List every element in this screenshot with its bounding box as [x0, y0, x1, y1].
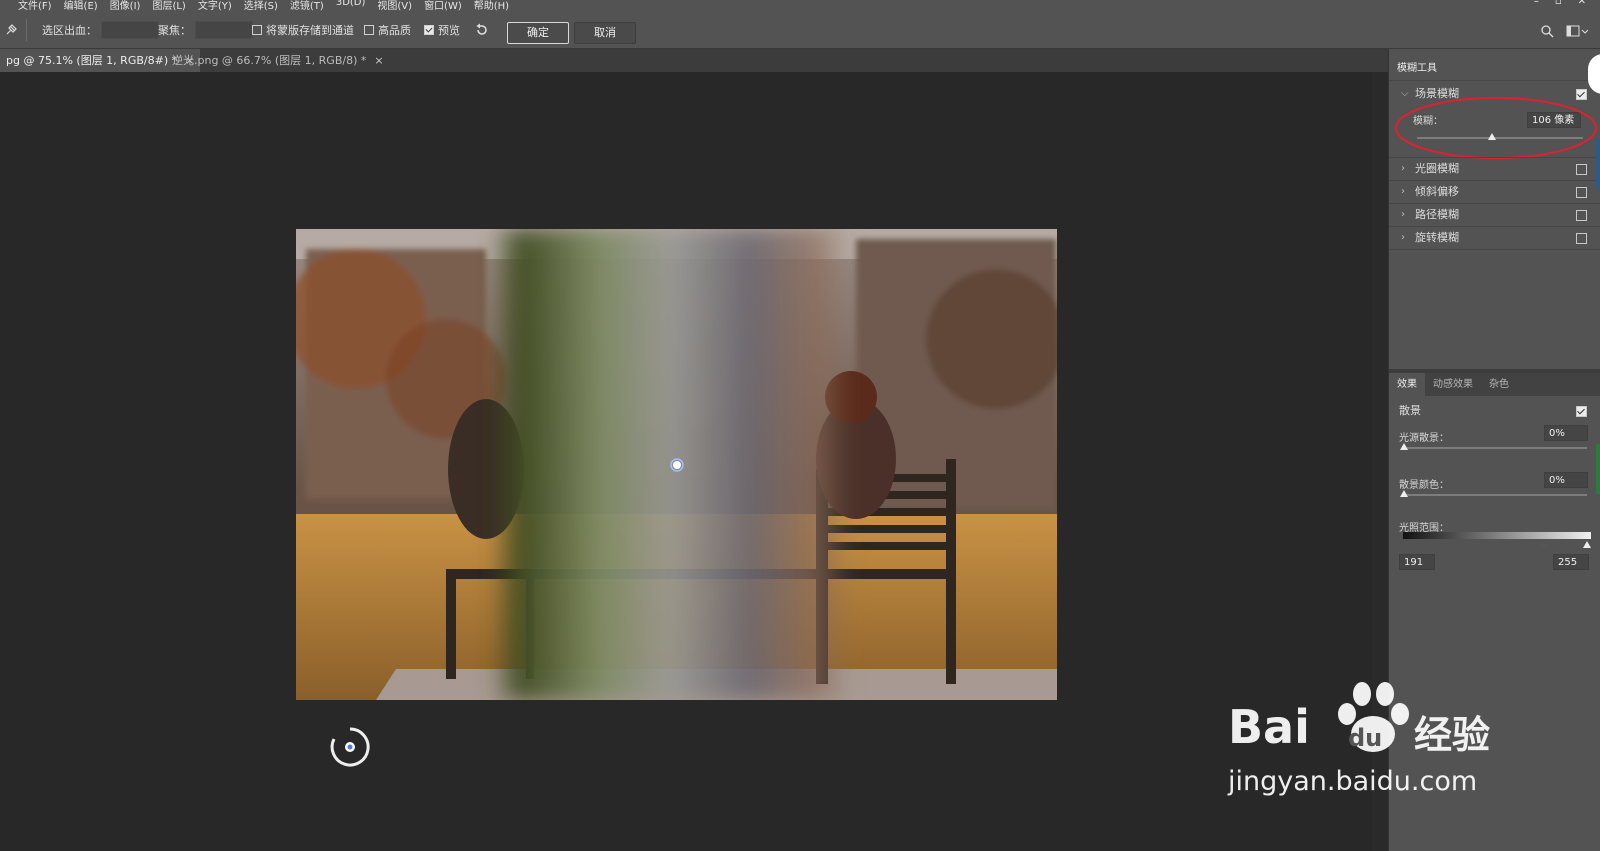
tab-noise[interactable]: 杂色: [1481, 373, 1517, 396]
cancel-button[interactable]: 取消: [574, 22, 636, 44]
bokeh-color-field[interactable]: 0%: [1544, 472, 1588, 488]
bokeh-color-label: 散景颜色：: [1399, 480, 1449, 491]
menu-item-7[interactable]: 3D(D): [336, 0, 366, 12]
menu-item-0[interactable]: 文件(F): [18, 0, 52, 12]
watermark-brand-tail: du: [1348, 724, 1383, 752]
preview-check[interactable]: [424, 25, 434, 35]
chevron-right-icon[interactable]: ›: [1401, 157, 1405, 180]
spin-blur-row[interactable]: › 旋转模糊: [1389, 226, 1600, 249]
save-mask-label: 将蒙版存储到通道: [266, 24, 354, 37]
minimize-icon[interactable]: –: [1534, 0, 1539, 7]
search-icon[interactable]: [1540, 24, 1554, 41]
selection-bleed-label: 选区出血：: [42, 24, 97, 37]
bokeh-row: 散景: [1389, 399, 1600, 422]
menu-item-6[interactable]: 滤镜(T): [290, 0, 324, 12]
chevron-right-icon[interactable]: ›: [1401, 180, 1405, 203]
tilt-shift-checkbox[interactable]: [1576, 187, 1587, 198]
bokeh-color-slider-thumb[interactable]: [1400, 490, 1408, 497]
bokeh-label: 散景: [1399, 404, 1421, 417]
document-tabs: pg @ 75.1% (图层 1, RGB/8#) * × 逆光.png @ 66…: [0, 49, 1388, 72]
restore-icon[interactable]: ▫: [1555, 0, 1562, 7]
light-range-max-field[interactable]: 255: [1553, 554, 1589, 570]
selection-bleed-field[interactable]: [101, 21, 159, 39]
tab-blur-tools[interactable]: 模糊工具: [1389, 57, 1445, 80]
light-bokeh-field[interactable]: 0%: [1544, 425, 1588, 441]
bokeh-color-slider-track[interactable]: [1403, 494, 1587, 496]
path-blur-label: 路径模糊: [1415, 208, 1459, 221]
light-bokeh-slider-thumb[interactable]: [1400, 443, 1408, 450]
menu-items: 文件(F) 编辑(E) 图像(I) 图层(L) 文字(Y) 选择(S) 滤镜(T) 3D(D)…: [18, 0, 509, 12]
menu-item-8[interactable]: 视图(V): [377, 0, 412, 12]
light-bokeh-label: 光源散景：: [1399, 433, 1449, 444]
bokeh-checkbox[interactable]: [1576, 406, 1587, 417]
preview-label: 预览: [438, 24, 460, 37]
spin-blur-label: 旋转模糊: [1415, 231, 1459, 244]
light-range-high-thumb[interactable]: [1583, 541, 1591, 548]
high-quality-checkbox[interactable]: 高品质: [364, 12, 411, 48]
path-blur-checkbox[interactable]: [1576, 210, 1587, 221]
panel-scrollbar-top[interactable]: [1596, 139, 1600, 189]
path-blur-row[interactable]: › 路径模糊: [1389, 203, 1600, 226]
tab-document-1-label: pg @ 75.1% (图层 1, RGB/8#) *: [6, 54, 178, 67]
panel-scrollbar-bottom[interactable]: [1596, 444, 1600, 494]
divider: [26, 19, 27, 41]
tilt-shift-label: 倾斜偏移: [1415, 185, 1459, 198]
tab-document-2[interactable]: 逆光.png @ 66.7% (图层 1, RGB/8) * ×: [166, 49, 390, 72]
blur-pin-control[interactable]: [328, 725, 372, 772]
reset-icon[interactable]: [474, 12, 490, 48]
menu-item-3[interactable]: 图层(L): [152, 0, 185, 12]
blurred-photo[interactable]: [296, 229, 1057, 700]
menu-item-2[interactable]: 图像(I): [110, 0, 141, 12]
close-tab-icon[interactable]: ×: [374, 54, 383, 67]
light-range-gradient[interactable]: [1403, 532, 1591, 539]
preview-checkbox[interactable]: 预览: [424, 12, 460, 48]
high-quality-label: 高品质: [378, 24, 411, 37]
baidu-watermark-logo: Bai du 经验 jingyan.baidu.com: [1228, 680, 1528, 800]
iris-blur-row[interactable]: › 光圈模糊: [1389, 157, 1600, 180]
menu-item-4[interactable]: 文字(Y): [198, 0, 232, 12]
close-icon[interactable]: ✕: [1578, 0, 1586, 7]
spin-blur-checkbox[interactable]: [1576, 233, 1587, 244]
pin-tool-icon[interactable]: [4, 12, 18, 48]
light-range-min-field[interactable]: 191: [1399, 554, 1435, 570]
photo-image: [296, 229, 1057, 700]
save-mask-check[interactable]: [252, 25, 262, 35]
light-range-low-thumb[interactable]: [1540, 541, 1548, 548]
options-bar: 选区出血： 聚焦： 将蒙版存储到通道 高品质 预览: [0, 12, 1600, 49]
menu-item-10[interactable]: 帮助(H): [474, 0, 509, 12]
tilt-shift-row[interactable]: › 倾斜偏移: [1389, 180, 1600, 203]
chevron-right-icon[interactable]: ›: [1401, 203, 1405, 226]
save-mask-checkbox[interactable]: 将蒙版存储到通道: [252, 12, 354, 48]
watermark-cn: 经验: [1414, 713, 1491, 757]
focus-field[interactable]: [195, 21, 253, 39]
menu-item-5[interactable]: 选择(S): [244, 0, 278, 12]
ok-button[interactable]: 确定: [507, 22, 569, 44]
tab-document-2-label: 逆光.png @ 66.7% (图层 1, RGB/8) *: [172, 54, 367, 67]
menu-item-9[interactable]: 窗口(W): [424, 0, 462, 12]
iris-blur-label: 光圈模糊: [1415, 162, 1459, 175]
watermark-brand: Bai: [1228, 700, 1310, 754]
tab-motion-effects[interactable]: 动感效果: [1425, 373, 1481, 396]
workspace-icon[interactable]: [1566, 24, 1589, 41]
chevron-right-icon[interactable]: ›: [1401, 226, 1405, 249]
high-quality-check[interactable]: [364, 25, 374, 35]
menu-bar: 文件(F) 编辑(E) 图像(I) 图层(L) 文字(Y) 选择(S) 滤镜(T) 3D(D)…: [0, 0, 1600, 12]
focus-label: 聚焦：: [158, 24, 191, 37]
watermark-url: jingyan.baidu.com: [1228, 766, 1478, 797]
menu-item-1[interactable]: 编辑(E): [64, 0, 98, 12]
iris-blur-checkbox[interactable]: [1576, 164, 1587, 175]
light-bokeh-slider-track[interactable]: [1403, 447, 1587, 449]
window-controls: – ▫ ✕: [1534, 0, 1586, 7]
tab-effects[interactable]: 效果: [1389, 373, 1425, 396]
annotation-ellipse: [1393, 95, 1599, 164]
